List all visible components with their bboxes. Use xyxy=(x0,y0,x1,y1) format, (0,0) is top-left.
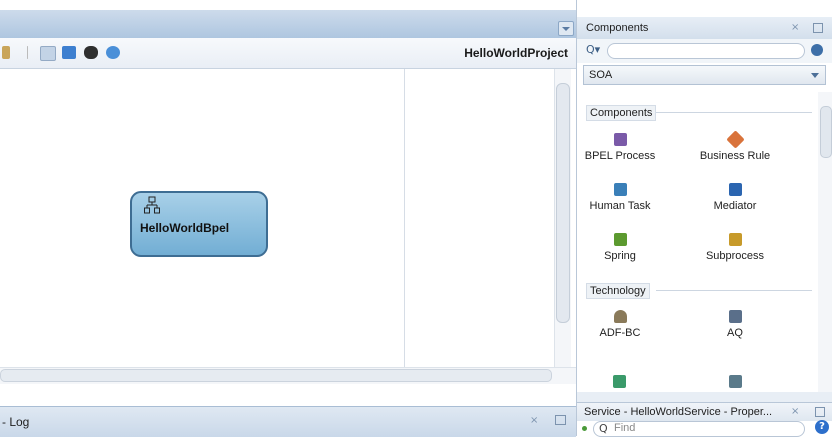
go-arrow-icon[interactable] xyxy=(811,44,823,56)
section-header-components: Components xyxy=(586,105,657,121)
mediator-icon xyxy=(728,183,742,196)
top-strip xyxy=(0,0,576,10)
canvas-right-gutter xyxy=(404,69,555,367)
subprocess-icon xyxy=(728,233,742,246)
find-placeholder: Find xyxy=(614,422,636,434)
bpel-process-icon xyxy=(613,133,627,146)
canvas-horizontal-scroll-thumb[interactable] xyxy=(0,369,552,382)
help-icon[interactable]: ? xyxy=(815,420,829,434)
bpel-node-label: HelloWorldBpel xyxy=(140,221,230,235)
components-search-row: Q▾ xyxy=(577,39,832,63)
find-binoculars-icon[interactable] xyxy=(84,46,98,59)
minimize-editor-button[interactable] xyxy=(558,21,574,36)
palette-item-partial-icon[interactable] xyxy=(729,375,742,388)
panel-splitter[interactable] xyxy=(577,392,832,402)
components-search-input[interactable] xyxy=(607,43,805,59)
separator-icon xyxy=(27,46,28,59)
bpel-process-icon xyxy=(144,196,160,214)
components-panel-title: Components xyxy=(586,22,649,34)
status-dot-icon xyxy=(582,426,587,431)
properties-panel-header: Service - HelloWorldService - Proper... … xyxy=(577,402,832,421)
palette-item-label: BPEL Process xyxy=(584,150,656,162)
palette-item-label: Subprocess xyxy=(705,250,765,262)
human-task-icon xyxy=(613,183,627,196)
business-rule-icon xyxy=(725,130,745,149)
palette-item-mediator[interactable]: Mediator xyxy=(680,183,790,212)
section-header-technology: Technology xyxy=(586,283,650,299)
properties-panel-title: Service - HelloWorldService - Proper... xyxy=(584,406,773,418)
adf-bc-icon xyxy=(613,310,627,323)
section-divider xyxy=(656,112,812,113)
palette-item-human-task[interactable]: Human Task xyxy=(565,183,675,212)
log-panel-title: - Log xyxy=(2,415,30,429)
palette-scroll-thumb[interactable] xyxy=(820,106,832,158)
layout-icon[interactable] xyxy=(62,46,76,59)
palette-item-subprocess[interactable]: Subprocess xyxy=(680,233,790,262)
add-component-icon[interactable] xyxy=(40,46,56,61)
properties-close-icon[interactable]: × xyxy=(791,406,799,417)
search-icon: Q xyxy=(599,422,608,435)
refresh-icon[interactable] xyxy=(2,46,10,59)
palette-item-adf-bc[interactable]: ADF-BC xyxy=(565,310,675,339)
palette-item-label: Mediator xyxy=(713,200,757,212)
log-minimize-icon[interactable] xyxy=(555,415,566,425)
bpel-component-node[interactable]: HelloWorldBpel xyxy=(130,191,268,257)
properties-find-row: Q Find ? xyxy=(577,420,832,437)
properties-find-input[interactable]: Q Find xyxy=(593,421,805,437)
editor-toolbar: HelloWorldProject xyxy=(0,38,576,69)
palette-item-label: Spring xyxy=(604,250,636,262)
palette-item-label: AQ xyxy=(727,327,743,339)
category-selected: SOA xyxy=(589,69,613,81)
components-panel-header: Components × xyxy=(577,17,832,39)
palette-item-label: ADF-BC xyxy=(599,327,641,339)
spring-icon xyxy=(613,233,627,246)
palette-item-aq[interactable]: AQ xyxy=(680,310,790,339)
log-close-icon[interactable]: × xyxy=(530,415,538,426)
palette-item-label: Human Task xyxy=(589,200,651,212)
palette-item-bpel-process[interactable]: BPEL Process xyxy=(565,133,675,162)
chevron-down-icon xyxy=(811,73,819,78)
project-title: HelloWorldProject xyxy=(464,46,568,60)
palette-item-label: Business Rule xyxy=(699,150,771,162)
components-close-icon[interactable]: × xyxy=(791,22,799,33)
aq-icon xyxy=(728,310,742,323)
search-icon[interactable]: Q▾ xyxy=(586,43,600,56)
category-dropdown[interactable]: SOA xyxy=(583,65,826,85)
palette-item-business-rule[interactable]: Business Rule xyxy=(680,130,790,162)
palette-item-spring[interactable]: Spring xyxy=(565,233,675,262)
section-divider xyxy=(656,290,812,291)
editor-title-bar xyxy=(0,10,576,38)
components-minimize-icon[interactable] xyxy=(813,23,823,33)
palette-item-partial-icon[interactable] xyxy=(613,375,626,388)
properties-minimize-icon[interactable] xyxy=(815,407,825,417)
zoom-icon[interactable] xyxy=(106,46,120,59)
log-panel-header: - Log × xyxy=(0,406,576,437)
panel-gap xyxy=(0,384,576,406)
